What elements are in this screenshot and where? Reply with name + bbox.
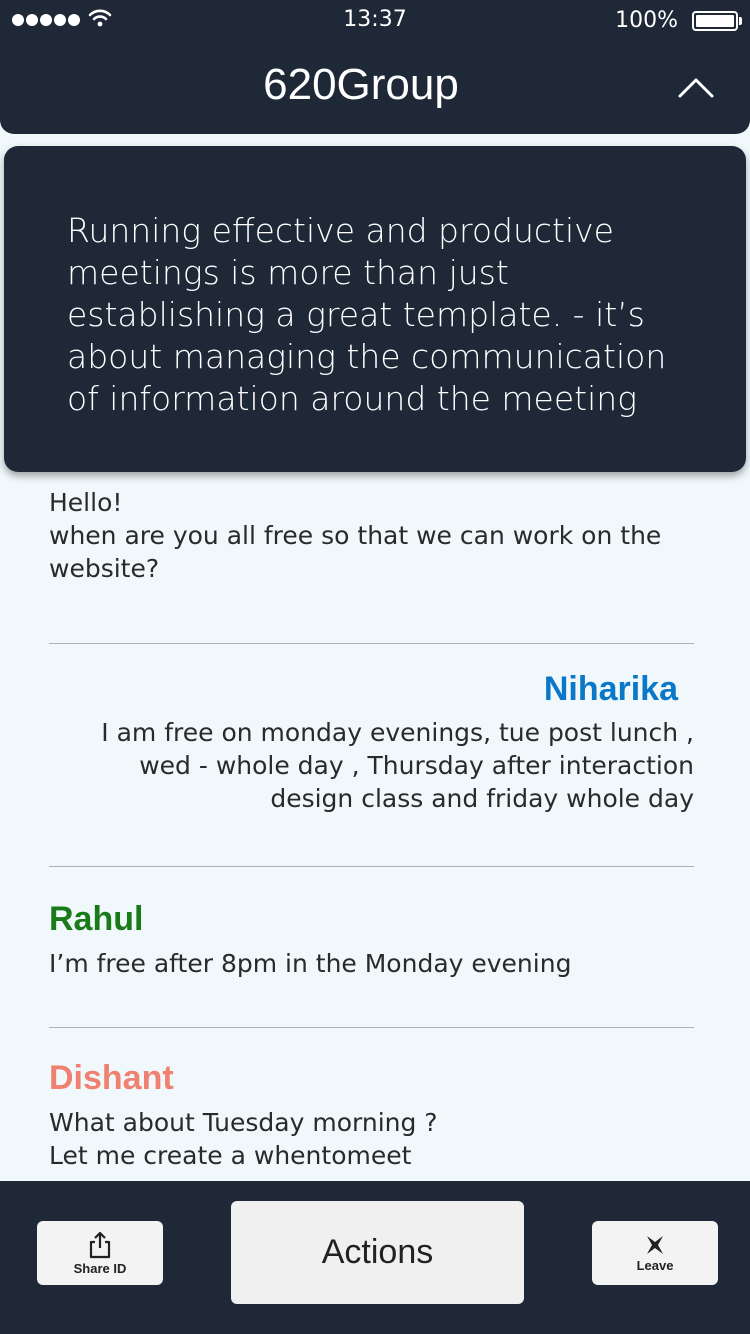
message-text: Hello! when are you all free so that we …: [49, 488, 662, 583]
status-bar: 13:37 100%: [0, 0, 750, 42]
share-id-label: Share ID: [73, 1260, 127, 1276]
message-item: Dishant What about Tuesday morning ? Let…: [49, 1059, 694, 1172]
message-sender: Rahul: [49, 900, 144, 938]
message-text: What about Tuesday morning ? Let me crea…: [49, 1108, 438, 1170]
message-divider: [49, 1027, 694, 1028]
message-item: Niharika I am free on monday evenings, t…: [49, 670, 694, 815]
battery-icon: [692, 11, 738, 31]
share-icon: [89, 1231, 111, 1258]
group-header: 620Group: [0, 42, 750, 134]
leave-button[interactable]: Leave: [592, 1221, 718, 1285]
message-item: Rahul I’m free after 8pm in the Monday e…: [49, 900, 694, 980]
message-sender: Dishant: [49, 1059, 174, 1097]
message-divider: [49, 643, 694, 644]
share-id-button[interactable]: Share ID: [37, 1221, 163, 1285]
group-description-popup[interactable]: Running effective and productive meeting…: [4, 146, 746, 472]
leave-label: Leave: [636, 1257, 674, 1273]
message-text: I am free on monday evenings, tue post l…: [101, 718, 702, 813]
actions-button[interactable]: Actions: [231, 1201, 524, 1304]
group-title: 620Group: [263, 60, 459, 109]
message-sender: Niharika: [543, 670, 678, 708]
group-description-text: Running effective and productive meeting…: [67, 211, 667, 418]
bottom-toolbar: Share ID Actions Leave: [0, 1181, 750, 1334]
battery-percentage: 100%: [615, 8, 678, 33]
message-divider: [49, 866, 694, 867]
close-icon: [647, 1235, 663, 1254]
chevron-up-icon[interactable]: [676, 72, 716, 102]
message-text: I’m free after 8pm in the Monday evening: [49, 949, 572, 978]
